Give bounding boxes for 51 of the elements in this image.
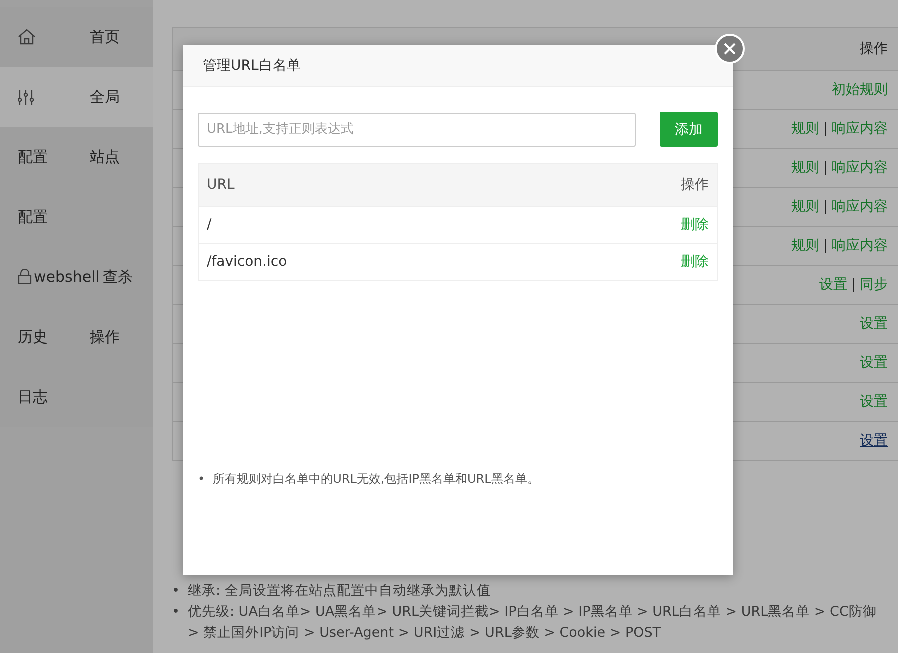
action-link[interactable]: 响应内容: [832, 238, 888, 254]
note-text: 继承: 全局设置将在站点配置中自动继承为默认值: [188, 582, 491, 601]
column-header: 操作: [681, 176, 709, 194]
lock-icon: [18, 269, 32, 285]
action-link[interactable]: 规则: [791, 238, 820, 254]
action-link[interactable]: 规则: [791, 199, 820, 215]
bullet: •: [172, 603, 180, 622]
column-header: URL: [207, 177, 235, 193]
separator: |: [823, 160, 828, 176]
close-icon: [724, 43, 736, 55]
separator: |: [823, 238, 828, 254]
url-cell: /favicon.ico: [207, 254, 288, 270]
separator: |: [851, 277, 856, 293]
add-button[interactable]: 添加: [660, 112, 718, 147]
note-text: 优先级: UA白名单> UA黑名单> URL关键词拦截> IP白名单 > IP黑名单 > URL白名单 > URL黑名单 > CC防御 > 禁止国外IP访问 > User-Agent > URI过滤 > URL参数 > Cookie > POST: [188, 603, 878, 643]
sidebar-label: 首页: [90, 28, 120, 46]
sidebar-label: webshell: [34, 268, 100, 286]
home-icon: [18, 29, 36, 45]
action-link[interactable]: 规则: [791, 121, 820, 137]
action-link[interactable]: 设置: [819, 277, 848, 293]
note-text: 所有规则对白名单中的URL无效,包括IP黑名单和URL黑名单。: [213, 471, 540, 487]
delete-link[interactable]: 删除: [681, 253, 709, 271]
sidebar-label: 站点: [90, 148, 120, 166]
action-link[interactable]: 同步: [860, 277, 888, 293]
action-link[interactable]: 设置: [860, 433, 888, 449]
sidebar-label: 查杀: [103, 268, 133, 286]
column-header: 操作: [860, 40, 888, 58]
dialog-title: 管理URL白名单: [203, 56, 301, 74]
action-link[interactable]: 设置: [860, 394, 888, 410]
sidebar-label: 历史: [18, 328, 48, 346]
sidebar-label: 全局: [90, 88, 120, 106]
separator: |: [823, 199, 828, 215]
url-cell: /: [207, 217, 212, 233]
sidebar-label: 配置: [18, 208, 48, 226]
bullet: •: [198, 471, 206, 487]
delete-link[interactable]: 删除: [681, 216, 709, 234]
sidebar-label: 日志: [18, 388, 48, 406]
sidebar-label: 配置: [18, 148, 48, 166]
action-link[interactable]: 响应内容: [832, 199, 888, 215]
sliders-icon: [18, 89, 34, 105]
sidebar-item[interactable]: 全局: [0, 67, 153, 127]
action-link[interactable]: 设置: [860, 316, 888, 332]
action-link[interactable]: 响应内容: [832, 160, 888, 176]
sidebar-label: 操作: [90, 328, 120, 346]
action-link[interactable]: 初始规则: [832, 82, 888, 98]
action-link[interactable]: 设置: [860, 355, 888, 371]
url-input-field[interactable]: URL地址,支持正则表达式: [198, 112, 636, 146]
action-link[interactable]: 响应内容: [832, 121, 888, 137]
bullet: •: [172, 582, 180, 601]
action-link[interactable]: 规则: [791, 160, 820, 176]
separator: |: [823, 121, 828, 137]
